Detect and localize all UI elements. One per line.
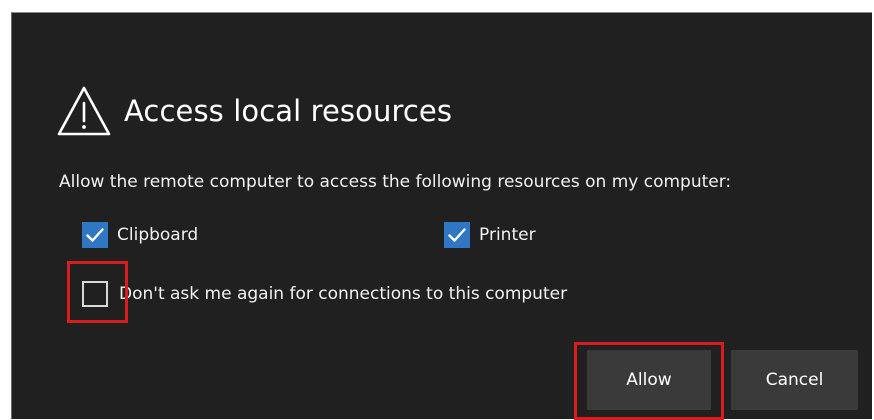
dialog-title: Access local resources bbox=[124, 94, 453, 128]
clipboard-checkbox-row[interactable]: Clipboard bbox=[82, 222, 198, 248]
clipboard-checkbox[interactable] bbox=[82, 222, 108, 248]
dont-ask-again-label: Don't ask me again for connections to th… bbox=[119, 284, 568, 304]
allow-button[interactable]: Allow bbox=[587, 350, 711, 410]
dont-ask-again-checkbox-row[interactable]: Don't ask me again for connections to th… bbox=[82, 281, 567, 307]
clipboard-label: Clipboard bbox=[117, 225, 199, 245]
dialog-header: Access local resources bbox=[56, 81, 452, 141]
checkmark-icon bbox=[86, 228, 104, 242]
access-local-resources-dialog: Access local resources Allow the remote … bbox=[11, 12, 872, 420]
checkmark-icon bbox=[448, 228, 466, 242]
printer-checkbox[interactable] bbox=[444, 222, 470, 248]
dont-ask-again-checkbox[interactable] bbox=[82, 281, 108, 307]
printer-label: Printer bbox=[479, 225, 536, 245]
cancel-button[interactable]: Cancel bbox=[731, 350, 858, 410]
warning-triangle-icon bbox=[57, 86, 111, 136]
dialog-description: Allow the remote computer to access the … bbox=[59, 172, 732, 192]
printer-checkbox-row[interactable]: Printer bbox=[444, 222, 536, 248]
